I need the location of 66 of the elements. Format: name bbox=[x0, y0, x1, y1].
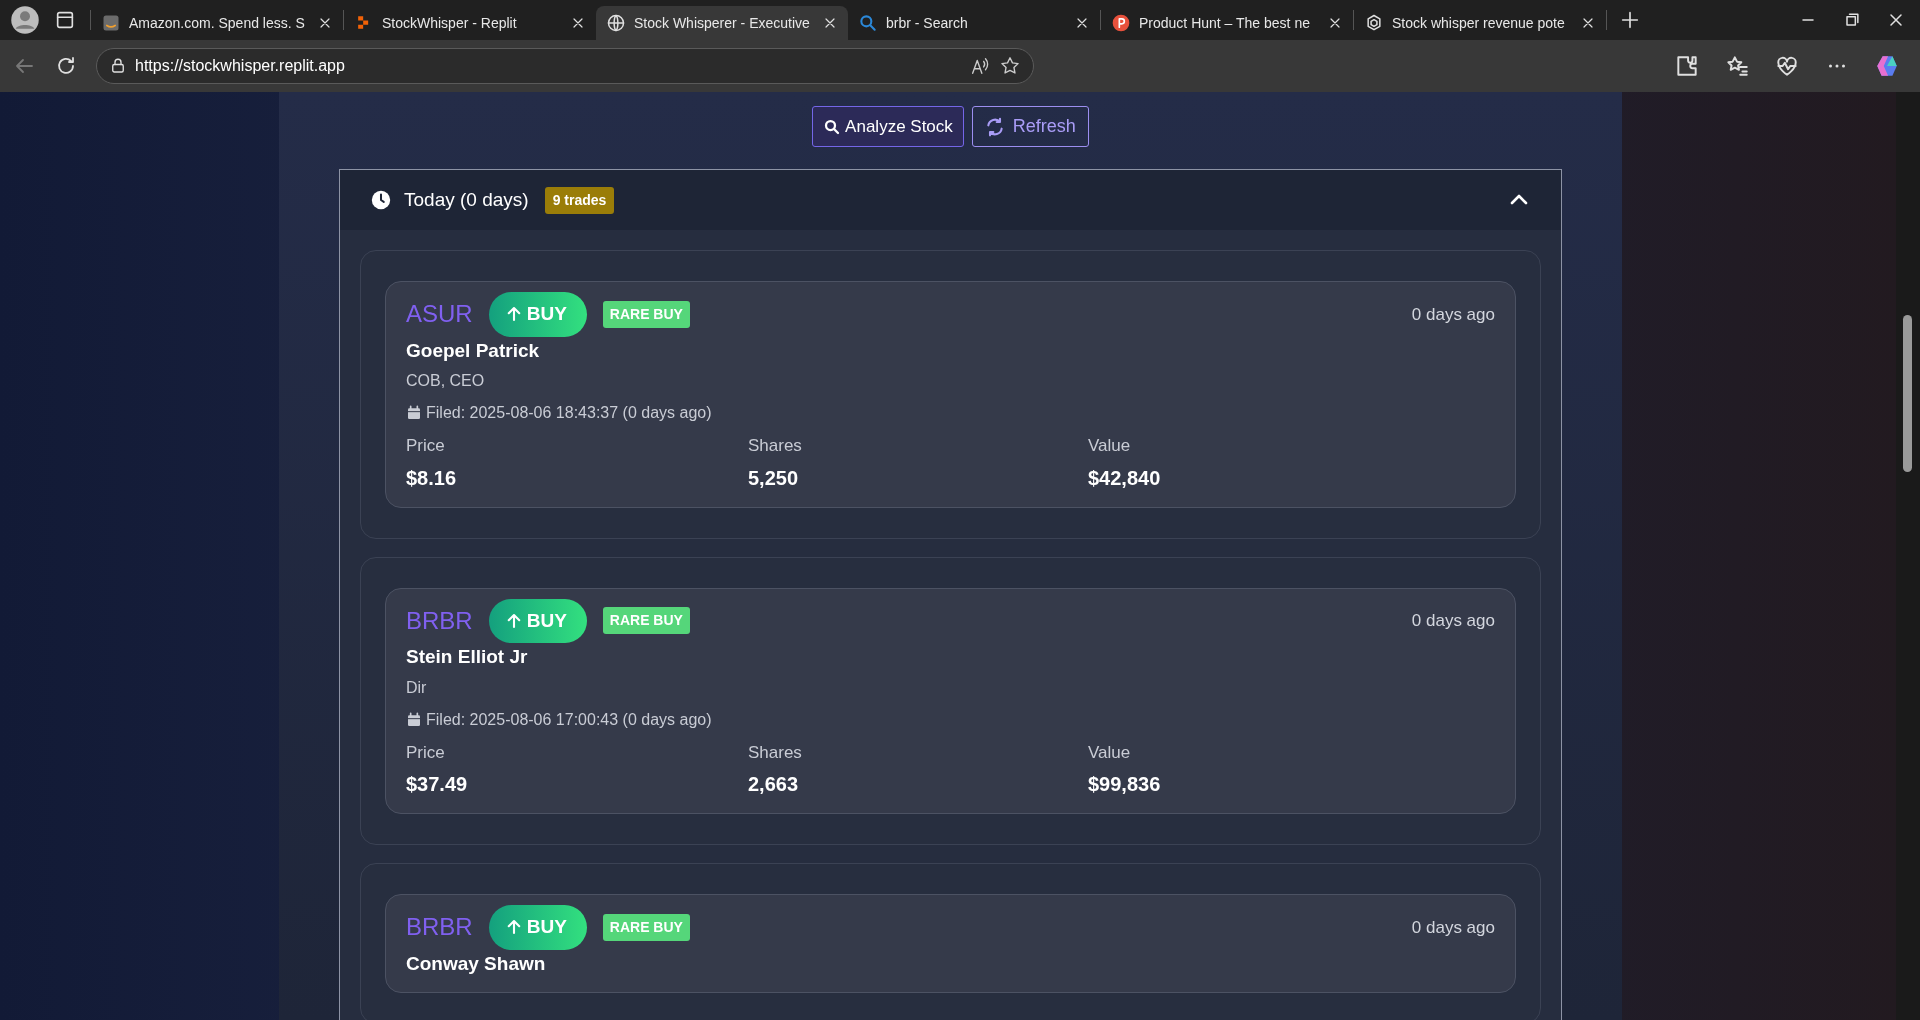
filed-date: Filed: 2025-08-06 17:00:43 (0 days ago) bbox=[426, 709, 712, 730]
stat-label: Value bbox=[1088, 435, 1132, 457]
insider-name: Conway Shawn bbox=[406, 951, 547, 976]
analyze-button[interactable]: Analyze Stock bbox=[812, 106, 964, 147]
refresh-button[interactable]: Refresh bbox=[971, 106, 1089, 147]
time-ago: 0 days ago bbox=[1411, 916, 1495, 939]
search-icon bbox=[858, 13, 878, 33]
action-text: BUY bbox=[526, 915, 567, 939]
insider-role: COB, CEO bbox=[406, 371, 486, 391]
insider-name: Stein Elliot Jr bbox=[406, 645, 529, 669]
browser-tab[interactable]: Product Hunt – The best ne bbox=[1101, 6, 1353, 40]
tab-title: Stock whisper revenue pote bbox=[1392, 13, 1566, 33]
clock-icon bbox=[370, 189, 392, 211]
browser-tab[interactable]: Amazon.com. Spend less. S bbox=[91, 6, 343, 40]
stat-value: $99,836 bbox=[1088, 772, 1162, 797]
stat-value: 2,663 bbox=[748, 772, 800, 797]
rarity-tag: RARE BUY bbox=[602, 607, 690, 635]
refresh-icon bbox=[984, 116, 1005, 137]
filed-date: Filed: 2025-08-06 18:43:37 (0 days ago) bbox=[426, 403, 712, 423]
tab-title: Product Hunt – The best ne bbox=[1139, 13, 1311, 33]
section-title: Today (0 days) bbox=[404, 187, 529, 212]
sidebar-icon[interactable] bbox=[54, 9, 76, 31]
action-text: BUY bbox=[526, 608, 567, 633]
rarity-tag: RARE BUY bbox=[602, 300, 690, 328]
tab-title: Amazon.com. Spend less. S bbox=[129, 13, 306, 33]
stat-label: Price bbox=[406, 741, 446, 764]
stat-value: $42,840 bbox=[1088, 465, 1162, 491]
trade-count: 9 trades bbox=[544, 186, 615, 214]
url-text: https://stockwhisper.replit.app bbox=[135, 56, 346, 76]
address-bar[interactable]: https://stockwhisper.replit.app bbox=[96, 48, 1034, 84]
section-header[interactable]: Today (0 days) 9 trades bbox=[340, 170, 1561, 230]
search-icon bbox=[823, 117, 842, 136]
avatar-icon[interactable] bbox=[10, 5, 40, 35]
globe-icon bbox=[606, 13, 626, 33]
browser-tab[interactable]: Stock whisper revenue pote bbox=[1354, 6, 1606, 40]
action-text: BUY bbox=[526, 302, 567, 326]
tab-title: brbr - Search bbox=[886, 13, 969, 33]
ticker: BRBR bbox=[406, 912, 473, 943]
insider-role: Dir bbox=[406, 677, 428, 698]
scrollbar[interactable] bbox=[1896, 92, 1920, 1020]
ticker: ASUR bbox=[406, 299, 473, 330]
star-icon[interactable] bbox=[998, 55, 1021, 77]
new-tab-icon[interactable] bbox=[1619, 9, 1641, 31]
browser-tab[interactable]: brbr - Search bbox=[848, 6, 1100, 40]
circle-p-icon bbox=[1111, 13, 1131, 33]
insider-name: Goepel Patrick bbox=[406, 338, 541, 363]
browser-tab[interactable]: StockWhisper - Replit bbox=[344, 6, 596, 40]
browser-tab[interactable]: Stock Whisperer - Executive bbox=[596, 6, 848, 40]
calendar-icon bbox=[406, 405, 422, 421]
calendar-icon bbox=[406, 711, 422, 728]
tab-title: Stock Whisperer - Executive bbox=[634, 13, 811, 33]
time-ago: 0 days ago bbox=[1411, 610, 1495, 632]
ticker: BRBR bbox=[406, 605, 473, 636]
time-ago: 0 days ago bbox=[1411, 303, 1495, 326]
favorites-icon[interactable] bbox=[1724, 53, 1750, 79]
scrollbar-thumb[interactable] bbox=[1903, 315, 1912, 472]
stat-label: Value bbox=[1088, 741, 1132, 764]
stat-value: $37.49 bbox=[406, 772, 469, 797]
stat-label: Price bbox=[406, 435, 446, 457]
stat-value: $8.16 bbox=[406, 465, 458, 491]
stat-label: Shares bbox=[748, 435, 803, 457]
stat-value: 5,250 bbox=[748, 465, 800, 491]
lock-icon[interactable] bbox=[109, 57, 127, 75]
tab-title: StockWhisper - Replit bbox=[382, 13, 518, 33]
rarity-tag: RARE BUY bbox=[602, 913, 690, 941]
stat-label: Shares bbox=[748, 741, 803, 764]
